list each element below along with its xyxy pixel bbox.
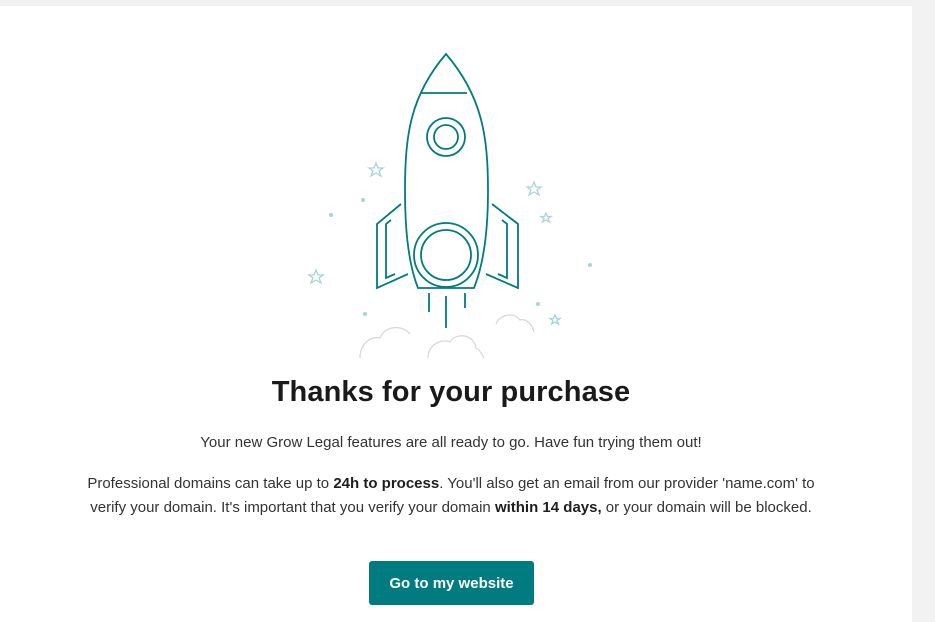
go-to-website-button[interactable]: Go to my website bbox=[369, 561, 534, 605]
star-icon bbox=[307, 161, 563, 326]
rocket-icon bbox=[307, 52, 592, 359]
domain-info-part1: Professional domains can take up to bbox=[87, 475, 334, 492]
page-title: Thanks for your purchase bbox=[271, 376, 631, 408]
rocket-illustration bbox=[290, 46, 620, 376]
purchase-confirmation-card: Thanks for your purchase Your new Grow L… bbox=[0, 6, 912, 622]
cloud-icon bbox=[359, 314, 535, 359]
subtitle-text: Your new Grow Legal features are all rea… bbox=[200, 434, 702, 451]
rocket-body-icon bbox=[376, 52, 519, 328]
domain-info-part3: or your domain will be blocked. bbox=[601, 499, 812, 516]
processing-time-emphasis: 24h to process bbox=[333, 475, 440, 492]
verification-deadline-emphasis: within 14 days, bbox=[494, 499, 602, 516]
domain-info-text: Professional domains can take up to 24h … bbox=[85, 472, 817, 520]
page: Thanks for your purchase Your new Grow L… bbox=[0, 0, 935, 622]
star-dots-icon bbox=[329, 198, 592, 316]
